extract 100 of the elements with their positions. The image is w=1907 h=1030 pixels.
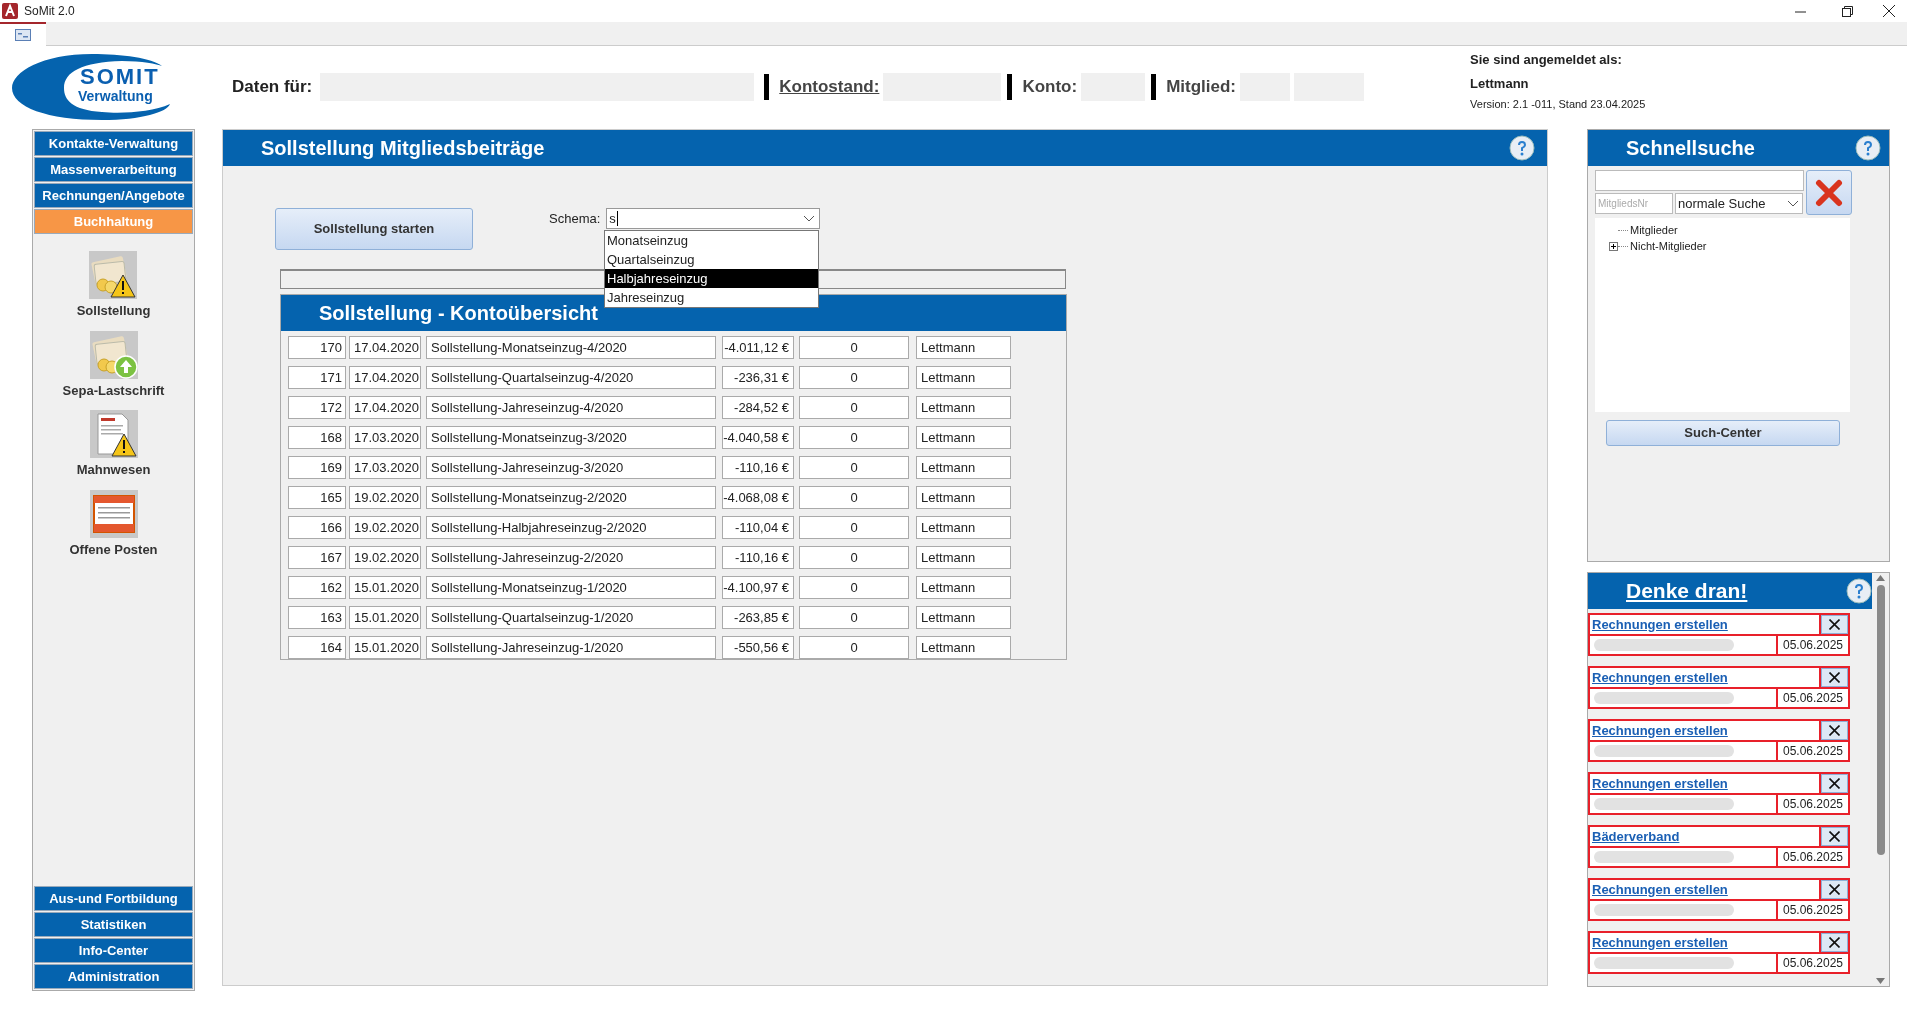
nav-button[interactable]: Aus-und Fortbildung	[34, 886, 193, 911]
table-cell: Lettmann	[916, 366, 1011, 389]
panel-title: Denke dran!	[1626, 578, 1748, 605]
dropdown-option[interactable]: Halbjahreseinzug	[605, 269, 818, 288]
table-cell: Sollstellung-Halbjahreseinzug-2/2020	[426, 516, 716, 539]
reminder-date: 05.06.2025	[1778, 742, 1848, 760]
table-cell: Lettmann	[916, 486, 1011, 509]
table-cell: -110,16 €	[722, 546, 794, 569]
dismiss-button[interactable]	[1821, 721, 1848, 740]
table-cell: 162	[288, 576, 346, 599]
close-icon[interactable]	[1883, 5, 1895, 17]
table-cell: 17.04.2020	[349, 336, 421, 359]
tool-label[interactable]: Sepa-Lastschrift	[62, 380, 165, 400]
reminder-link[interactable]: Rechnungen erstellen	[1590, 668, 1819, 687]
dismiss-button[interactable]	[1821, 933, 1848, 952]
login-label: Sie sind angemeldet als:	[1470, 51, 1623, 69]
table-cell: Lettmann	[916, 576, 1011, 599]
close-icon	[1829, 937, 1840, 948]
money-warning-icon[interactable]	[89, 251, 138, 299]
table-cell: Sollstellung-Quartalseinzug-1/2020	[426, 606, 716, 629]
table-cell: -550,56 €	[722, 636, 794, 659]
separator-bar	[764, 74, 770, 100]
nav-button[interactable]: Rechnungen/Angebote	[34, 183, 193, 208]
table-cell: Sollstellung-Monatseinzug-4/2020	[426, 336, 716, 359]
table-cell: 172	[288, 396, 346, 419]
dismiss-button[interactable]	[1821, 774, 1848, 793]
table-cell: 170	[288, 336, 346, 359]
table-cell: 17.03.2020	[349, 456, 421, 479]
nav-button[interactable]: Info-Center	[34, 938, 193, 963]
nav-button[interactable]: Statistiken	[34, 912, 193, 937]
reminder-link[interactable]: Rechnungen erstellen	[1590, 774, 1819, 793]
restore-icon[interactable]	[1842, 5, 1853, 17]
table-cell: 0	[799, 456, 909, 479]
clear-button[interactable]	[1806, 170, 1852, 215]
reminder-date: 05.06.2025	[1778, 689, 1848, 707]
scroll-up-icon[interactable]	[1876, 575, 1885, 581]
nav-button[interactable]: Administration	[34, 964, 193, 989]
reminder-date: 05.06.2025	[1778, 901, 1848, 919]
table-cell: 15.01.2020	[349, 636, 421, 659]
table-cell: 17.03.2020	[349, 426, 421, 449]
reminder-link[interactable]: Rechnungen erstellen	[1590, 933, 1819, 952]
form-icon	[15, 29, 31, 41]
table-cell: 17.04.2020	[349, 396, 421, 419]
table-cell: 168	[288, 426, 346, 449]
table-cell: -4.040,58 €	[722, 426, 794, 449]
table-cell: -263,85 €	[722, 606, 794, 629]
member-number-field[interactable]: MitgliedsNr	[1595, 193, 1673, 214]
kontostand-link[interactable]: Kontostand:	[779, 74, 880, 100]
close-icon	[1829, 619, 1840, 630]
table-cell: 165	[288, 486, 346, 509]
table-cell: Lettmann	[916, 606, 1011, 629]
table-cell: 0	[799, 516, 909, 539]
scroll-thumb[interactable]	[1876, 585, 1885, 855]
reminder-link[interactable]: Rechnungen erstellen	[1590, 880, 1819, 899]
schema-combobox[interactable]: s	[606, 208, 821, 229]
reminder-link[interactable]: Rechnungen erstellen	[1590, 615, 1819, 634]
nav-button[interactable]: Massenverarbeitung	[34, 157, 193, 182]
tool-label[interactable]: Sollstellung	[76, 301, 151, 321]
table-cell: 164	[288, 636, 346, 659]
expand-icon[interactable]	[1609, 241, 1618, 251]
search-mode-combobox[interactable]: normale Suche	[1675, 193, 1803, 214]
close-icon	[1829, 725, 1840, 736]
help-icon[interactable]	[1509, 135, 1535, 161]
dismiss-button[interactable]	[1821, 827, 1848, 846]
dismiss-button[interactable]	[1821, 880, 1848, 899]
table-cell: Lettmann	[916, 546, 1011, 569]
close-icon	[1829, 778, 1840, 789]
close-icon	[1829, 831, 1840, 842]
table-cell: 171	[288, 366, 346, 389]
reminder-link[interactable]: Bäderverband	[1590, 827, 1819, 846]
search-field[interactable]	[1595, 170, 1804, 191]
user-name: Lettmann	[1470, 74, 1530, 93]
reminder-link[interactable]: Rechnungen erstellen	[1590, 721, 1819, 740]
table-cell: Sollstellung-Jahreseinzug-3/2020	[426, 456, 716, 479]
tree-item[interactable]: Nicht-Mitglieder	[1630, 237, 1707, 255]
help-icon[interactable]	[1855, 135, 1881, 161]
close-icon	[1815, 178, 1843, 207]
table-cell: 167	[288, 546, 346, 569]
table-cell: Lettmann	[916, 336, 1011, 359]
reminder-date: 05.06.2025	[1778, 636, 1848, 654]
start-button[interactable]: Sollstellung starten	[275, 208, 473, 250]
tool-label[interactable]: Offene Posten	[69, 539, 158, 559]
statement-icon[interactable]	[89, 489, 138, 538]
help-icon[interactable]	[1846, 578, 1872, 604]
table-cell: 163	[288, 606, 346, 629]
table-cell: 166	[288, 516, 346, 539]
table-cell: -110,04 €	[722, 516, 794, 539]
document-tab[interactable]	[0, 22, 46, 46]
tool-label[interactable]: Mahnwesen	[76, 460, 151, 480]
letter-warning-icon[interactable]	[89, 410, 138, 458]
table-cell: -236,31 €	[722, 366, 794, 389]
nav-button[interactable]: Kontakte-Verwaltung	[34, 131, 193, 156]
dismiss-button[interactable]	[1821, 668, 1848, 687]
scroll-down-icon[interactable]	[1876, 978, 1885, 984]
search-center-button[interactable]: Such-Center	[1606, 420, 1840, 446]
table-cell: 0	[799, 636, 909, 659]
table-cell: 0	[799, 606, 909, 629]
table-cell: 0	[799, 426, 909, 449]
tree-item[interactable]: Mitglieder	[1630, 221, 1678, 239]
dismiss-button[interactable]	[1821, 615, 1848, 634]
